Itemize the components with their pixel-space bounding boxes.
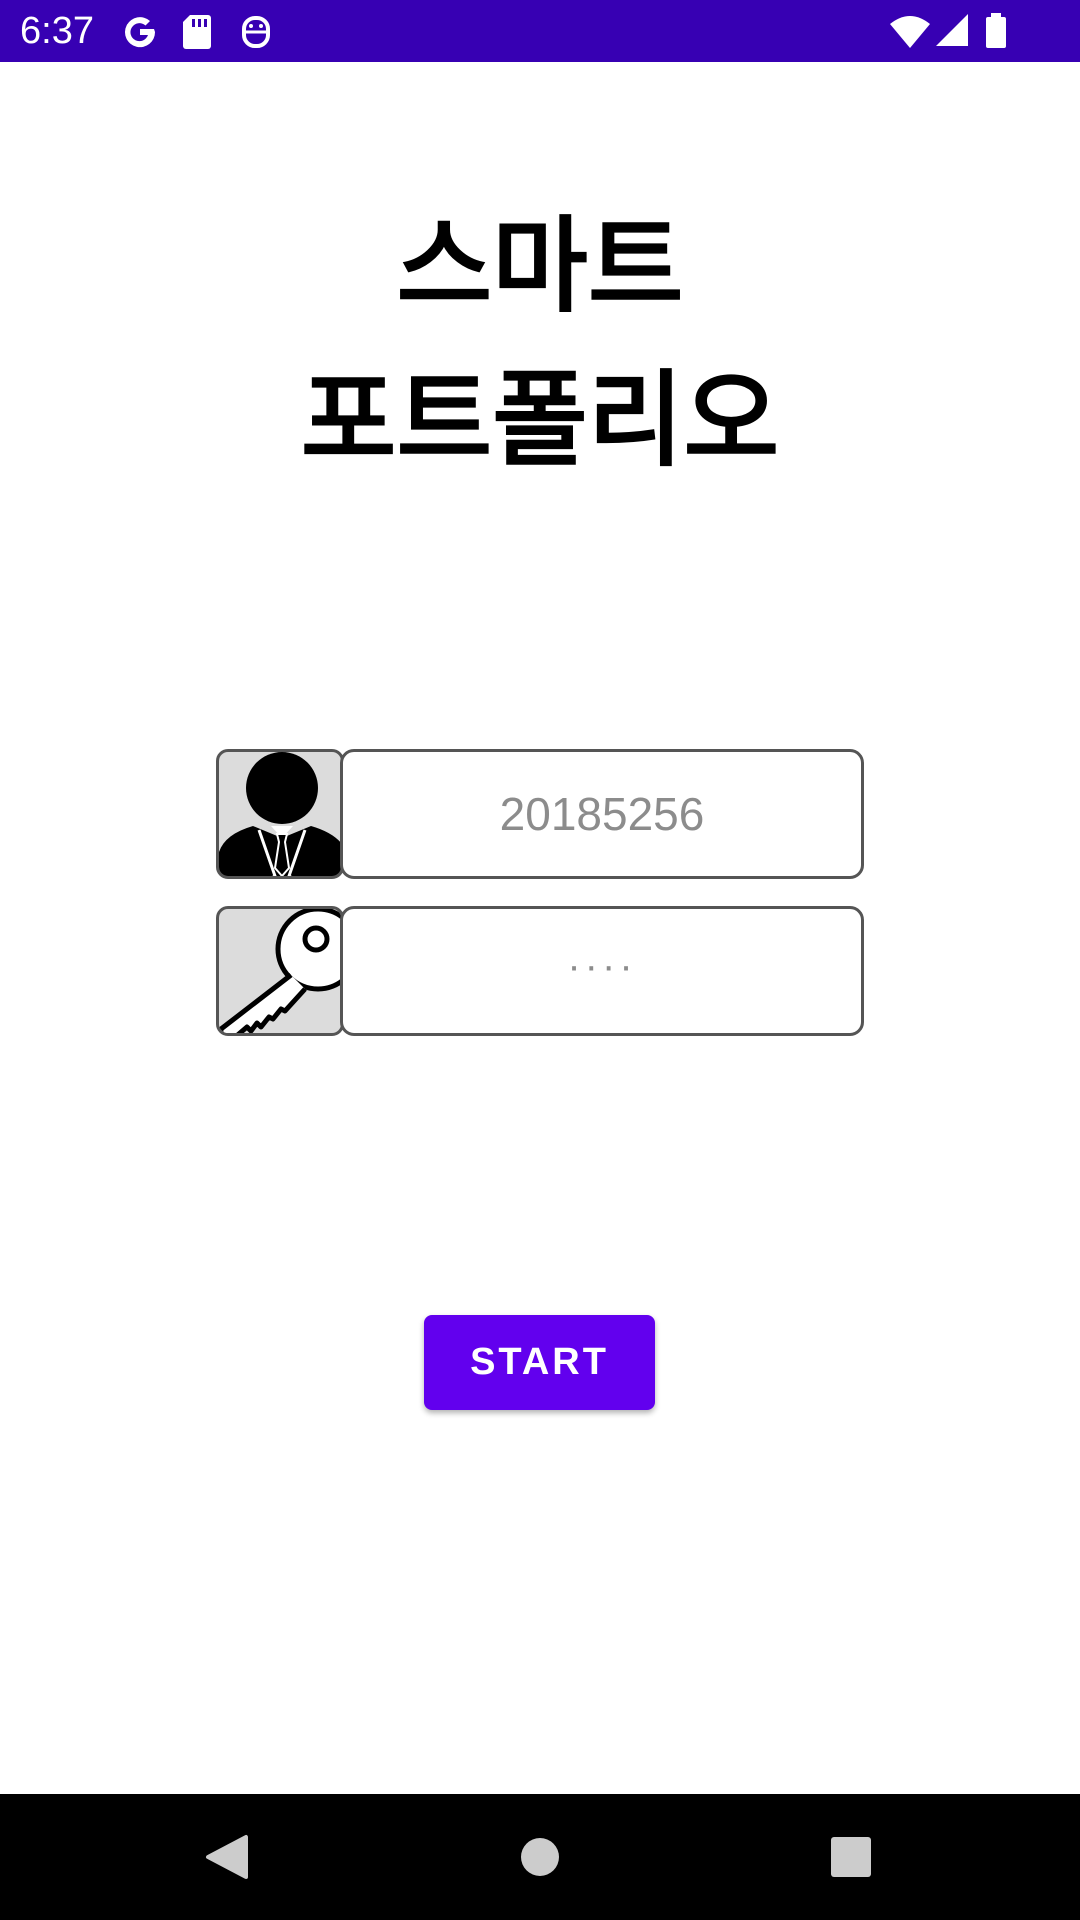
id-input-value: 20185256 <box>499 788 705 840</box>
sd-card-icon <box>183 15 211 49</box>
password-input[interactable]: ···· <box>340 906 864 1036</box>
signal-icon <box>936 14 968 46</box>
id-input[interactable]: 20185256 <box>340 749 864 879</box>
start-button-label: START <box>470 1341 609 1383</box>
title-line-2: 포트폴리오 <box>300 359 780 481</box>
home-icon <box>521 1838 559 1876</box>
robot-icon <box>242 16 270 48</box>
google-icon <box>125 17 156 48</box>
wifi-icon <box>890 16 930 48</box>
title-line-1: 스마트 <box>396 205 684 327</box>
user-icon <box>219 752 341 876</box>
user-icon-box <box>216 749 344 879</box>
nav-home-button[interactable] <box>470 1794 610 1920</box>
status-time: 6:37 <box>20 10 94 52</box>
nav-recents-button[interactable] <box>781 1794 921 1920</box>
key-icon-box <box>216 906 344 1036</box>
back-icon <box>206 1835 248 1879</box>
nav-back-button[interactable] <box>156 1794 296 1920</box>
start-button[interactable]: START <box>424 1315 655 1410</box>
key-icon <box>219 909 341 1033</box>
recents-icon <box>831 1837 871 1877</box>
battery-icon <box>986 13 1006 48</box>
password-input-value: ···· <box>567 943 637 988</box>
navigation-bar <box>0 1794 1080 1920</box>
status-bar: 6:37 <box>0 0 1080 62</box>
